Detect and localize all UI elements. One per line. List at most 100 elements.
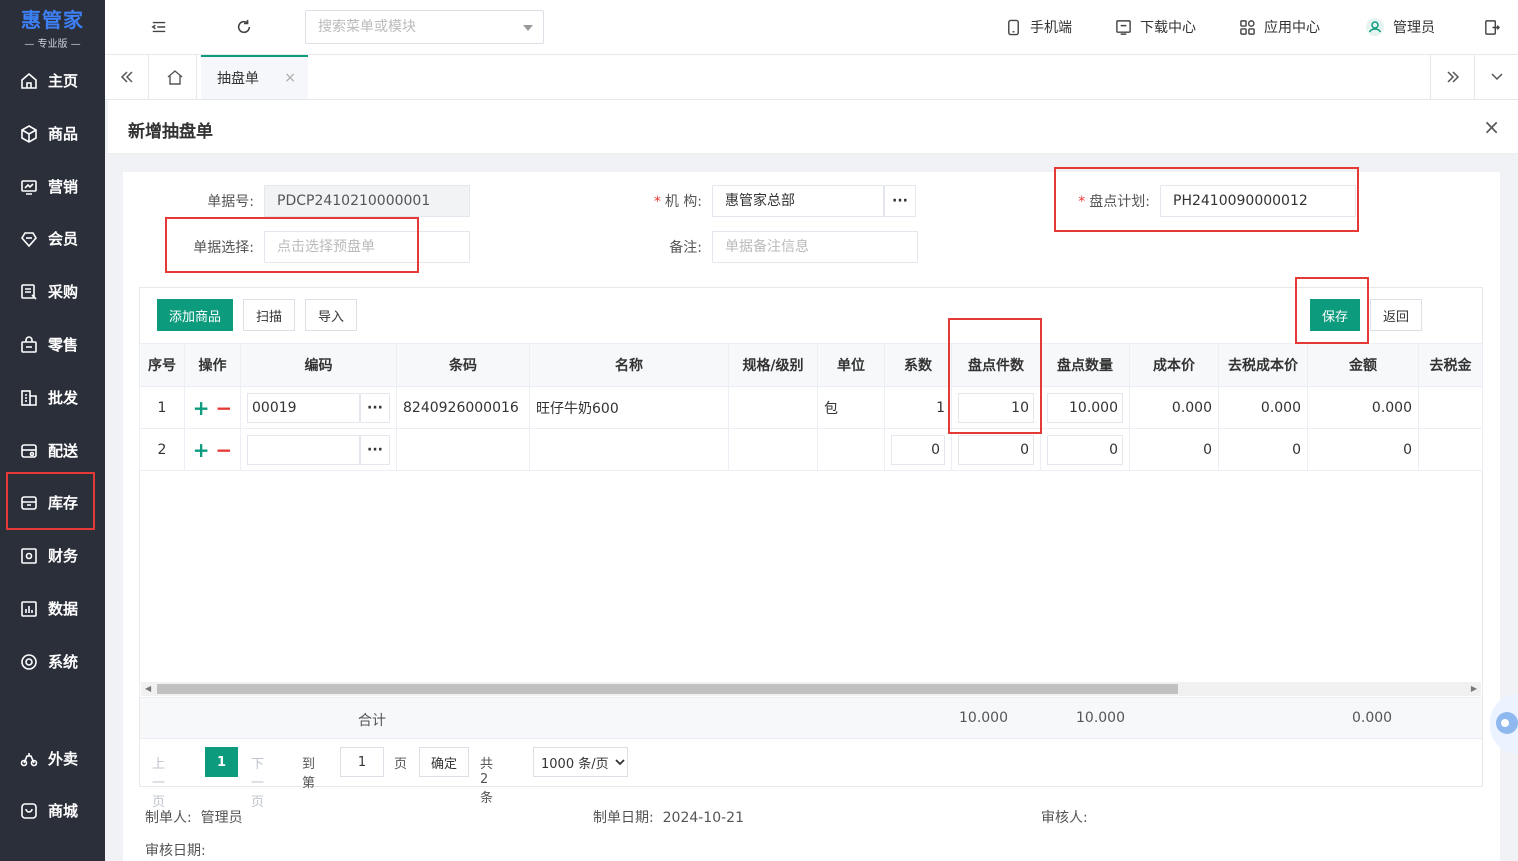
home-icon — [20, 72, 38, 90]
marketing-icon — [20, 178, 38, 196]
page-header: 新增抽盘单 × — [108, 100, 1518, 154]
count-pieces-input[interactable]: 0 — [958, 434, 1034, 465]
unit-cell: 包 — [817, 386, 885, 429]
scrollbar-thumb[interactable] — [157, 684, 1178, 694]
add-row-icon[interactable]: + — [193, 396, 210, 420]
scroll-right-arrow-icon[interactable]: ▶ — [1471, 684, 1477, 693]
table-row: 2 + − ··· 0 0 0 0 0 0 — [139, 428, 1483, 471]
tab-close-icon[interactable]: × — [284, 70, 296, 86]
app-center-link[interactable]: 应用中心 — [1239, 17, 1320, 37]
col-header: 条码 — [396, 343, 530, 387]
col-header: 名称 — [529, 343, 729, 387]
sidebar-item-system[interactable]: 系统 — [0, 635, 105, 688]
code-input[interactable]: 00019 — [247, 392, 360, 423]
delete-row-icon[interactable]: − — [216, 396, 233, 420]
sidebar-item-retail[interactable]: 零售 — [0, 318, 105, 371]
sidebar-item-purchase[interactable]: 采购 — [0, 265, 105, 318]
refresh-icon[interactable] — [233, 16, 255, 38]
page-unit-label: 页 — [394, 757, 408, 772]
doc-no-field: PDCP2410210000001 — [264, 185, 470, 217]
remark-field[interactable]: 单据备注信息 — [712, 231, 918, 263]
prev-page-button[interactable]: 上一页 — [152, 753, 165, 810]
user-menu[interactable]: 管理员 — [1365, 17, 1435, 37]
sidebar-item-data[interactable]: 数据 — [0, 582, 105, 635]
org-field[interactable]: 惠管家总部 — [712, 185, 884, 217]
row-seq: 2 — [139, 428, 185, 471]
delete-row-icon[interactable]: − — [216, 438, 233, 462]
factor-cell: 0 — [884, 428, 952, 471]
goto-confirm-button[interactable]: 确定 — [419, 747, 469, 777]
code-picker-button[interactable]: ··· — [360, 392, 390, 423]
sidebar-item-marketing[interactable]: 营销 — [0, 160, 105, 213]
page-title: 新增抽盘单 — [128, 122, 213, 142]
app-logo: 惠管家 — 专业版 — — [0, 0, 105, 54]
page-size-select[interactable]: 1000 条/页 — [533, 747, 628, 777]
col-header: 规格/级别 — [728, 343, 818, 387]
org-picker-button[interactable]: ··· — [884, 185, 916, 217]
col-header: 序号 — [139, 343, 185, 387]
scroll-left-arrow-icon[interactable]: ◀ — [145, 684, 151, 693]
add-goods-button[interactable]: 添加商品 — [157, 299, 233, 331]
summary-pieces: 10.000 — [959, 710, 1008, 726]
sidebar-item-wholesale[interactable]: 批发 — [0, 371, 105, 424]
amount-cell: 0 — [1307, 428, 1419, 471]
menu-search-select[interactable]: 搜索菜单或模块 — [305, 10, 544, 44]
menu-collapse-icon[interactable] — [148, 16, 170, 38]
audit-date-info: 审核日期: — [145, 843, 206, 859]
chevron-down-icon — [523, 25, 533, 31]
takeout-icon — [20, 750, 38, 768]
sidebar-item-mall[interactable]: 商城 — [0, 784, 105, 837]
plan-highlight-box — [1054, 167, 1359, 232]
tab-stocktake[interactable]: 抽盘单 × — [201, 55, 308, 99]
retail-icon — [20, 335, 38, 354]
tabs-scroll-right-icon[interactable] — [1430, 55, 1474, 99]
count-qty-input[interactable]: 0 — [1047, 434, 1123, 465]
factor-input[interactable]: 0 — [891, 434, 945, 465]
cost-notax-cell: 0.000 — [1218, 386, 1308, 429]
col-header: 单位 — [817, 343, 885, 387]
scan-button[interactable]: 扫描 — [243, 299, 295, 331]
spec-cell — [728, 386, 818, 429]
tabs-dropdown-icon[interactable] — [1474, 55, 1518, 99]
code-picker-button[interactable]: ··· — [360, 434, 390, 465]
home-tab-icon[interactable] — [153, 55, 197, 99]
sidebar-item-takeout[interactable]: 外卖 — [0, 732, 105, 785]
add-row-icon[interactable]: + — [193, 438, 210, 462]
total-count: 共 2 条 — [480, 757, 494, 806]
close-icon[interactable]: × — [1483, 115, 1500, 139]
purchase-icon — [20, 283, 38, 301]
next-page-button[interactable]: 下一页 — [251, 753, 264, 810]
sidebar-item-home[interactable]: 主页 — [0, 54, 105, 107]
col-header: 金额 — [1307, 343, 1419, 387]
import-button[interactable]: 导入 — [305, 299, 357, 331]
goto-page-input[interactable]: 1 — [340, 747, 384, 777]
code-input[interactable] — [247, 434, 360, 465]
sidebar-item-finance[interactable]: 财务 — [0, 529, 105, 582]
col-header: 操作 — [184, 343, 241, 387]
horizontal-scrollbar[interactable]: ◀ ▶ — [141, 682, 1481, 696]
col-header: 成本价 — [1129, 343, 1219, 387]
sidebar-item-member[interactable]: 会员 — [0, 212, 105, 265]
code-cell: 00019 ··· — [240, 386, 397, 429]
name-cell: 旺仔牛奶600 — [529, 386, 729, 429]
user-avatar-icon — [1366, 18, 1384, 36]
sidebar-item-delivery[interactable]: 配送 — [0, 424, 105, 477]
count-qty-input[interactable]: 10.000 — [1047, 392, 1123, 423]
row-ops: + − — [184, 428, 241, 471]
tabs-scroll-left-icon[interactable] — [105, 55, 149, 99]
sidebar-item-goods[interactable]: 商品 — [0, 107, 105, 160]
back-button[interactable]: 返回 — [1370, 299, 1422, 331]
tab-bar: 抽盘单 × — [105, 55, 1518, 100]
count-qty-cell: 0 — [1040, 428, 1130, 471]
mobile-link[interactable]: 手机端 — [1005, 17, 1072, 37]
logout-icon[interactable] — [1480, 16, 1502, 38]
current-page-button[interactable]: 1 — [205, 747, 238, 777]
download-center-link[interactable]: 下载中心 — [1115, 17, 1196, 37]
col-header: 系数 — [884, 343, 952, 387]
auditor-info: 审核人: — [1041, 810, 1088, 826]
cost-notax-cell: 0 — [1218, 428, 1308, 471]
inventory-highlight-box — [6, 472, 95, 530]
amount-cell: 0.000 — [1307, 386, 1419, 429]
mobile-icon — [1008, 19, 1019, 35]
download-icon — [1116, 19, 1131, 35]
